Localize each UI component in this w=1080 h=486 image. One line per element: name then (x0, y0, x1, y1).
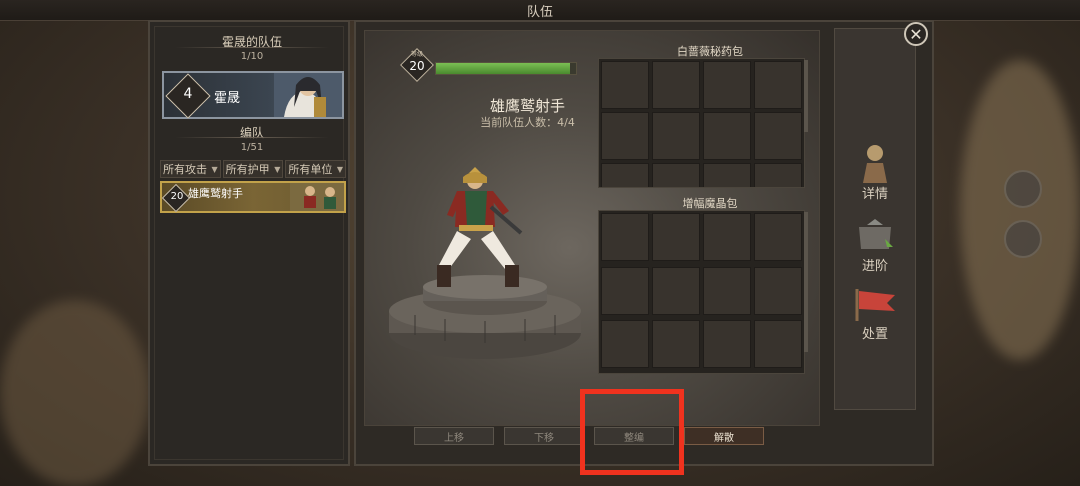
side-menu: 详情 进阶 处置 (834, 28, 916, 410)
soldier-icon (863, 145, 887, 183)
move-up-button[interactable]: 上移 (414, 427, 494, 445)
bag-slot[interactable] (652, 266, 700, 315)
unit-level-badge: 等级 20 (400, 48, 434, 82)
formation-count: 1/51 (240, 142, 264, 153)
bag-slot[interactable] (754, 213, 802, 261)
bag-slot[interactable] (652, 213, 700, 261)
bag-slot[interactable] (754, 163, 802, 187)
armor-upgrade-icon (859, 219, 893, 249)
close-button[interactable]: ✕ (904, 22, 928, 46)
move-down-button[interactable]: 下移 (504, 427, 584, 445)
bag-slot[interactable] (601, 213, 649, 261)
experience-fill (436, 63, 571, 74)
experience-bar (435, 62, 577, 75)
formation-title: 编队 (239, 126, 264, 140)
side-item-details[interactable]: 详情 (835, 139, 915, 209)
highlight-box (580, 389, 684, 475)
advance-label: 进阶 (861, 259, 888, 274)
hero-name: 霍晟 (214, 91, 241, 106)
details-label: 详情 (861, 187, 888, 202)
bag-slot[interactable] (652, 112, 700, 160)
unit-level: 20 (409, 59, 425, 73)
unit-card-portrait (290, 183, 344, 211)
filter-attack-label: 所有攻击 (163, 163, 207, 176)
unit-list-item[interactable]: 20 雄鹰鹫射手 (160, 181, 346, 213)
map-button-2 (1004, 220, 1042, 258)
title-bar: 队伍 (0, 0, 1080, 21)
bag-slot[interactable] (652, 61, 700, 109)
background-map-lower (0, 300, 150, 486)
side-item-advance[interactable]: 进阶 (835, 215, 915, 285)
window-title: 队伍 (526, 5, 553, 20)
bag-slot[interactable] (754, 112, 802, 160)
bag-slot[interactable] (703, 320, 751, 369)
bag-slot[interactable] (754, 320, 802, 369)
potion-bag-title: 白蔷薇秘药包 (677, 45, 743, 58)
filter-armor[interactable]: 所有护甲 ▼ (222, 160, 284, 178)
bag-slot[interactable] (652, 320, 700, 369)
filter-attack[interactable]: 所有攻击 ▼ (160, 160, 221, 178)
bag-slot[interactable] (652, 163, 700, 187)
filter-unit[interactable]: 所有单位 ▼ (285, 160, 347, 178)
potion-bag-scrollbar[interactable] (804, 60, 808, 132)
divider (175, 137, 329, 138)
bag-slot[interactable] (703, 61, 751, 109)
unit-model (437, 167, 523, 287)
bag-slot[interactable] (703, 266, 751, 315)
background-map (960, 60, 1080, 360)
bag-slot[interactable] (703, 213, 751, 261)
bag-slot[interactable] (703, 163, 751, 187)
bag-slot[interactable] (601, 266, 649, 315)
bag-slot[interactable] (601, 112, 649, 160)
team-count: 1/10 (240, 51, 264, 62)
close-icon: ✕ (909, 25, 923, 44)
divider (175, 47, 329, 48)
potion-bag-grid (598, 58, 805, 188)
chevron-down-icon: ▼ (336, 164, 344, 174)
crystal-bag-grid (598, 210, 805, 374)
chevron-down-icon: ▼ (211, 164, 218, 174)
bag-slot[interactable] (754, 61, 802, 109)
map-button-1 (1004, 170, 1042, 208)
disband-button[interactable]: 解散 (684, 427, 764, 445)
filter-armor-label: 所有护甲 (225, 163, 270, 176)
bag-slot[interactable] (601, 163, 649, 187)
unit-card-name: 雄鹰鹫射手 (188, 187, 243, 200)
unit-card-level: 20 (170, 191, 184, 202)
hero-level: 4 (183, 86, 193, 102)
banner-icon (855, 289, 895, 321)
chevron-down-icon: ▼ (274, 164, 281, 174)
hero-portrait (274, 73, 342, 117)
crystal-bag-scrollbar[interactable] (804, 212, 808, 352)
filter-bar: 所有攻击 ▼ 所有护甲 ▼ 所有单位 ▼ (160, 160, 347, 178)
bag-slot[interactable] (703, 112, 751, 160)
hero-card[interactable]: 4 霍晟 (162, 71, 344, 119)
filter-unit-label: 所有单位 (288, 163, 333, 176)
bag-slot[interactable] (601, 320, 649, 369)
team-panel: 霍晟的队伍 1/10 4 霍晟 编队 1/51 所有攻击 ▼ 所有护甲 ▼ 所有单位… (148, 20, 350, 466)
level-tag: 等级 (410, 51, 423, 58)
bag-slot[interactable] (601, 61, 649, 109)
bag-slot[interactable] (754, 266, 802, 315)
dispose-label: 处置 (861, 327, 888, 342)
crystal-bag-title: 增幅魔晶包 (682, 197, 738, 210)
side-item-dispose[interactable]: 处置 (835, 285, 915, 355)
